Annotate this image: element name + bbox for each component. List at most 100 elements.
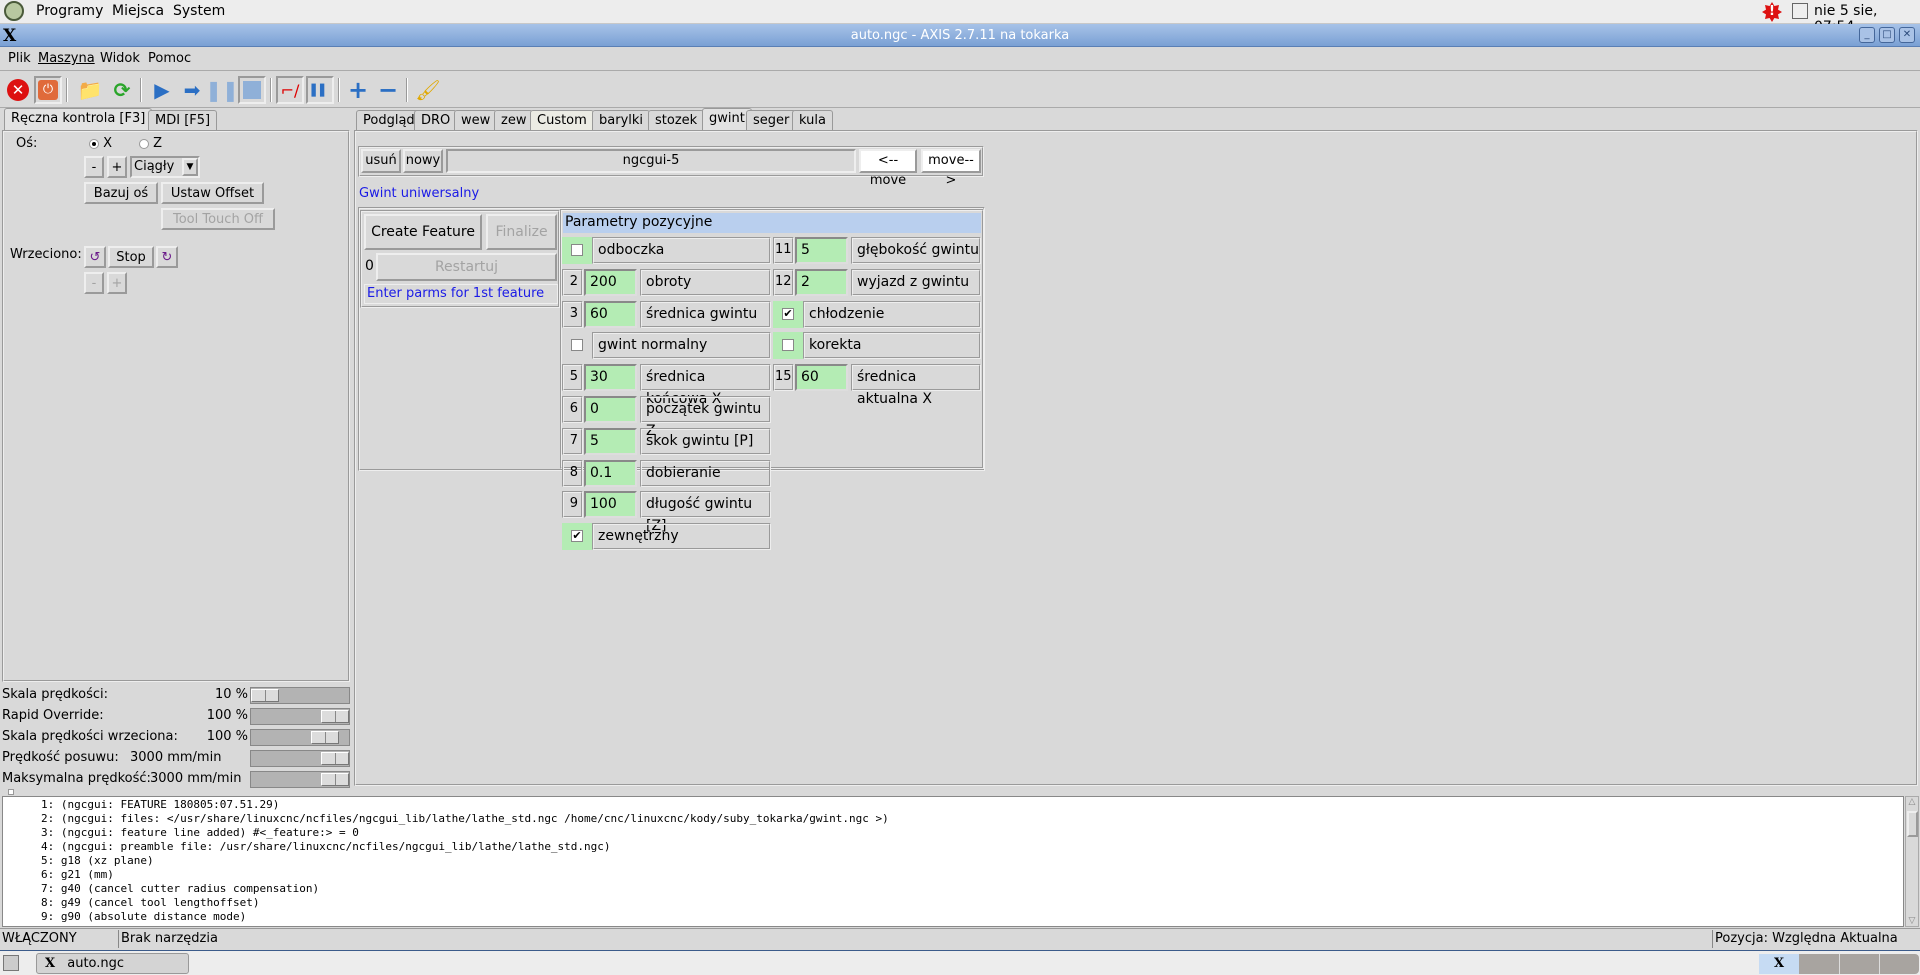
axis-x-radio[interactable]: X <box>89 136 112 151</box>
power-icon[interactable]: ⏻ <box>34 76 62 104</box>
tab-stozek[interactable]: stozek <box>648 110 705 131</box>
spindle-stop-button[interactable]: Stop <box>108 246 154 268</box>
set-offset-button[interactable]: Ustaw Offset <box>161 182 264 204</box>
taskbar-item-auto-ngc[interactable]: X auto.ngc <box>36 953 189 974</box>
menu-programy[interactable]: Programy <box>36 3 103 19</box>
jog-plus-button[interactable]: + <box>107 156 127 178</box>
slider-handle[interactable] <box>251 689 279 702</box>
spindle-minus-button[interactable]: - <box>84 272 104 294</box>
move-right-button[interactable]: move--> <box>921 149 981 188</box>
close-button[interactable]: ✕ <box>1899 27 1915 43</box>
tab-dro[interactable]: DRO <box>414 110 458 131</box>
gcode-line[interactable]: 2: (ngcgui: files: </usr/share/linuxcnc/… <box>3 812 1903 826</box>
alert-icon[interactable]: ! <box>1762 2 1782 22</box>
param-entry[interactable]: 2 <box>795 268 848 296</box>
tab-manual[interactable]: Ręczna kontrola [F3] <box>4 108 153 131</box>
delete-button[interactable]: usuń <box>361 149 401 173</box>
param-entry[interactable]: 30 <box>584 364 637 392</box>
gcode-line[interactable]: 6: g21 (mm) <box>3 868 1903 882</box>
reload-icon[interactable]: ⟳ <box>108 76 136 104</box>
override-slider[interactable] <box>250 729 350 746</box>
spindle-plus-button[interactable]: + <box>107 272 127 294</box>
gcode-line[interactable]: 3: (ngcgui: feature line added) #<_featu… <box>3 826 1903 840</box>
checkbox-icon[interactable] <box>782 339 794 352</box>
checkbox-checked-icon[interactable]: ✔ <box>782 307 794 320</box>
log-scrollbar[interactable]: △ ▽ <box>1905 796 1919 927</box>
param-checkbox[interactable] <box>773 332 803 360</box>
gcode-line[interactable]: 7: g40 (cancel cutter radius compensatio… <box>3 882 1903 896</box>
param-entry[interactable]: 5 <box>584 427 637 455</box>
x-app-icon[interactable]: X <box>3 25 16 48</box>
feature-name-field[interactable]: ngcgui-5 <box>446 149 856 173</box>
slider-handle[interactable] <box>310 731 339 744</box>
stop-icon[interactable] <box>238 76 266 104</box>
checkbox-icon[interactable] <box>571 244 583 256</box>
param-entry[interactable]: 5 <box>795 237 848 264</box>
clear-plot-icon[interactable]: 🖌 <box>414 76 442 104</box>
override-slider[interactable] <box>250 687 350 704</box>
param-checkbox[interactable] <box>562 237 592 264</box>
tab-gwint[interactable]: gwint <box>702 108 752 131</box>
create-feature-button[interactable]: Create Feature <box>364 214 482 250</box>
maximize-button[interactable]: □ <box>1879 27 1895 43</box>
tab-custom[interactable]: Custom <box>530 110 594 131</box>
param-entry[interactable]: 100 <box>584 491 637 519</box>
param-checkbox[interactable] <box>562 332 592 359</box>
slider-handle[interactable] <box>321 773 349 786</box>
tab-seger[interactable]: seger <box>746 110 797 131</box>
workspace-switcher[interactable]: X <box>1759 954 1919 974</box>
axis-z-radio[interactable]: Z <box>139 136 162 151</box>
tab-wew[interactable]: wew <box>454 110 498 131</box>
gcode-line[interactable]: 5: g18 (xz plane) <box>3 854 1903 868</box>
tab-barylki[interactable]: barylki <box>592 110 651 131</box>
menu-miejsca[interactable]: Miejsca <box>112 3 164 19</box>
optional-stop-icon[interactable]: ▌▌ <box>306 76 334 104</box>
override-slider[interactable] <box>250 771 350 788</box>
step-icon[interactable]: ➡ <box>178 76 206 104</box>
restart-button[interactable]: Restartuj <box>376 253 557 281</box>
spindle-cw-icon[interactable]: ↻ <box>156 246 178 268</box>
slider-handle[interactable] <box>321 752 349 765</box>
scroll-up-icon[interactable]: △ <box>1906 797 1918 807</box>
new-button[interactable]: nowy <box>403 149 443 173</box>
param-entry[interactable]: 60 <box>795 364 848 392</box>
checkbox-checked-icon[interactable]: ✔ <box>571 530 583 543</box>
estop-icon[interactable]: ✕ <box>4 76 32 104</box>
override-slider[interactable] <box>250 750 350 767</box>
scroll-thumb[interactable] <box>1907 811 1918 837</box>
workspace-1[interactable]: X <box>1759 954 1799 974</box>
override-slider[interactable] <box>250 708 350 725</box>
network-tool-icon[interactable] <box>1792 3 1808 19</box>
run-icon[interactable]: ▶ <box>148 76 176 104</box>
menu-pomoc[interactable]: Pomoc <box>148 51 191 66</box>
param-entry[interactable]: 0 <box>584 396 637 423</box>
jog-mode-select[interactable]: Ciągły ▼ <box>130 156 200 178</box>
param-checkbox[interactable]: ✔ <box>562 523 592 551</box>
param-entry[interactable]: 0.1 <box>584 459 637 487</box>
menu-plik[interactable]: Plik <box>8 51 31 66</box>
param-entry[interactable]: 60 <box>584 300 637 328</box>
tab-mdi[interactable]: MDI [F5] <box>148 110 218 131</box>
gcode-listing[interactable]: 1: (ngcgui: FEATURE 180805:07.51.29) 2: (… <box>2 796 1904 927</box>
tab-kula[interactable]: kula <box>792 110 833 131</box>
gcode-line[interactable]: 8: g49 (cancel tool lengthoffset) <box>3 896 1903 910</box>
param-entry[interactable]: 200 <box>584 268 637 296</box>
block-delete-icon[interactable]: ⌐/ <box>276 76 304 104</box>
tab-podgląd[interactable]: Podgląd <box>356 110 422 131</box>
param-checkbox[interactable]: ✔ <box>773 300 803 328</box>
home-axis-button[interactable]: Bazuj oś <box>84 182 158 204</box>
pane-resize-handle[interactable] <box>8 789 14 795</box>
menu-widok[interactable]: Widok <box>100 51 140 66</box>
zoom-out-icon[interactable]: − <box>374 76 402 104</box>
tab-zew[interactable]: zew <box>494 110 534 131</box>
menu-maszyna[interactable]: Maszyna <box>38 51 95 66</box>
checkbox-icon[interactable] <box>571 339 583 352</box>
pause-icon[interactable]: ❚❚ <box>205 76 239 104</box>
finalize-button[interactable]: Finalize <box>486 214 557 250</box>
gcode-line[interactable]: 9: g90 (absolute distance mode) <box>3 910 1903 924</box>
open-file-icon[interactable]: 📁 <box>76 76 104 104</box>
spindle-ccw-icon[interactable]: ↺ <box>84 246 106 268</box>
scroll-down-icon[interactable]: ▽ <box>1906 916 1918 926</box>
gcode-line[interactable]: 1: (ngcgui: FEATURE 180805:07.51.29) <box>3 798 1903 812</box>
minimize-button[interactable]: _ <box>1859 27 1875 43</box>
